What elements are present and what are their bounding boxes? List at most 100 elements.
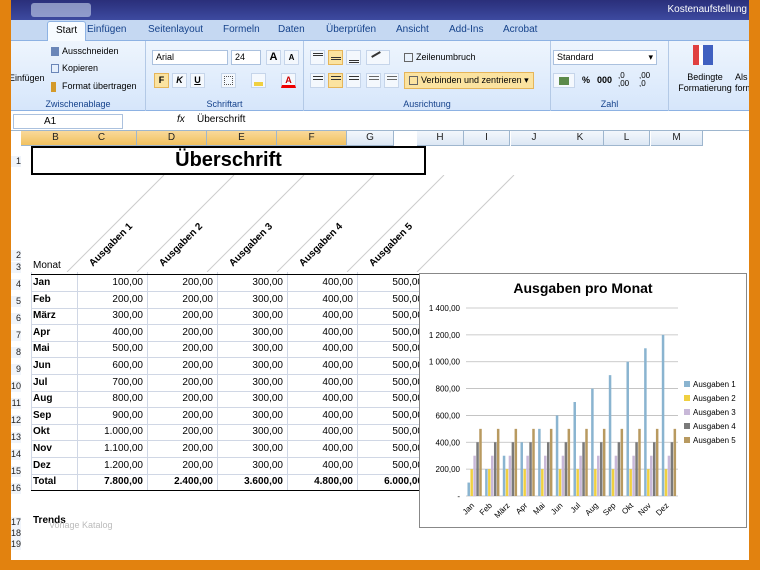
grow-font-button[interactable]: A — [266, 50, 281, 65]
column-header-M[interactable]: M — [651, 131, 703, 146]
column-header-H[interactable]: H — [417, 131, 464, 146]
column-header-J[interactable]: J — [511, 131, 558, 146]
paste-button[interactable]: Einfügen — [11, 73, 45, 83]
value-cell[interactable]: 200,00 — [147, 441, 217, 457]
title-cell[interactable]: Überschrift — [31, 146, 426, 175]
value-cell[interactable]: 200,00 — [147, 325, 217, 341]
bar-ausgaben-1-nov[interactable] — [644, 348, 647, 496]
bar-ausgaben-5-aug[interactable] — [602, 428, 606, 496]
column-header-E[interactable]: E — [207, 131, 277, 146]
value-cell[interactable]: 300,00 — [217, 391, 287, 407]
row-header-1[interactable]: 1 — [11, 156, 21, 167]
align-bottom-button[interactable] — [346, 50, 361, 65]
align-center-button[interactable] — [328, 73, 343, 88]
value-cell[interactable]: 500,00 — [357, 292, 427, 308]
tab-einfuegen[interactable]: Einfügen — [87, 24, 126, 35]
tab-daten[interactable]: Daten — [278, 24, 305, 35]
value-cell[interactable]: 300,00 — [77, 308, 147, 324]
value-cell[interactable]: 300,00 — [217, 441, 287, 457]
bar-ausgaben-2-jul[interactable] — [576, 469, 579, 496]
value-cell[interactable]: 400,00 — [287, 292, 357, 308]
chart[interactable]: Ausgaben pro Monat -200,00 400,00 600,00 80… — [419, 273, 747, 528]
value-cell[interactable]: 900,00 — [77, 408, 147, 424]
month-cell[interactable]: Feb — [33, 292, 51, 308]
bar-ausgaben-4-apr[interactable] — [529, 442, 532, 496]
bar-ausgaben-1-aug[interactable] — [591, 388, 594, 496]
bar-ausgaben-3-aug[interactable] — [597, 455, 600, 496]
value-cell[interactable]: 500,00 — [357, 358, 427, 374]
row-header-2[interactable]: 2 — [11, 250, 21, 261]
bar-ausgaben-2-feb[interactable] — [488, 469, 491, 496]
month-cell[interactable]: Aug — [33, 391, 52, 407]
bar-ausgaben-4-jun[interactable] — [564, 442, 568, 496]
bold-button[interactable]: F — [154, 73, 169, 88]
column-header-K[interactable]: K — [557, 131, 604, 146]
legend-item[interactable]: Ausgaben 2 — [684, 391, 736, 405]
row-header-14[interactable]: 14 — [11, 449, 21, 460]
align-top-button[interactable] — [310, 50, 325, 65]
bar-ausgaben-3-nov[interactable] — [650, 455, 653, 496]
row-header-5[interactable]: 5 — [11, 296, 21, 307]
value-cell[interactable]: 500,00 — [357, 458, 427, 474]
value-cell[interactable]: 300,00 — [217, 375, 287, 391]
bar-ausgaben-3-apr[interactable] — [526, 455, 529, 496]
month-cell[interactable]: Mai — [33, 341, 50, 357]
value-cell[interactable]: 1.100,00 — [77, 441, 147, 457]
value-cell[interactable]: 400,00 — [287, 408, 357, 424]
value-cell[interactable]: 200,00 — [147, 408, 217, 424]
month-cell[interactable]: Nov — [33, 441, 52, 457]
bar-ausgaben-4-sep[interactable] — [617, 442, 621, 496]
bar-ausgaben-4-jul[interactable] — [582, 442, 585, 496]
currency-button[interactable] — [553, 73, 575, 88]
align-middle-button[interactable] — [328, 50, 343, 65]
bar-ausgaben-3-jan[interactable] — [473, 455, 476, 496]
bar-ausgaben-2-dez[interactable] — [664, 469, 668, 496]
percent-button[interactable]: % — [582, 75, 590, 85]
bar-ausgaben-5-okt[interactable] — [638, 428, 641, 496]
value-cell[interactable]: 200,00 — [147, 391, 217, 407]
underline-button[interactable]: U — [190, 73, 205, 88]
value-cell[interactable]: 700,00 — [77, 375, 147, 391]
value-cell[interactable]: 500,00 — [357, 308, 427, 324]
tab-formeln[interactable]: Formeln — [223, 24, 260, 35]
tab-ansicht[interactable]: Ansicht — [396, 24, 429, 35]
value-cell[interactable]: 1.000,00 — [77, 424, 147, 440]
bar-ausgaben-5-sep[interactable] — [620, 428, 624, 496]
value-cell[interactable]: 500,00 — [357, 375, 427, 391]
value-cell[interactable]: 400,00 — [287, 441, 357, 457]
total-cell[interactable]: 6.000,00 — [357, 474, 427, 490]
value-cell[interactable]: 500,00 — [357, 275, 427, 291]
decrease-indent-button[interactable] — [366, 73, 381, 88]
value-cell[interactable]: 200,00 — [147, 292, 217, 308]
value-cell[interactable]: 300,00 — [217, 275, 287, 291]
wrap-text-button[interactable]: Zeilenumbruch — [404, 52, 476, 63]
value-cell[interactable]: 300,00 — [217, 358, 287, 374]
bar-ausgaben-5-mai[interactable] — [549, 428, 553, 496]
row-header-18[interactable]: 18 — [11, 528, 21, 539]
name-box[interactable]: A1 — [13, 114, 123, 129]
bar-ausgaben-1-dez[interactable] — [661, 334, 665, 496]
value-cell[interactable]: 400,00 — [287, 375, 357, 391]
value-cell[interactable]: 200,00 — [147, 358, 217, 374]
bar-ausgaben-1-sep[interactable] — [608, 375, 612, 496]
value-cell[interactable]: 100,00 — [77, 275, 147, 291]
bar-ausgaben-2-apr[interactable] — [523, 469, 526, 496]
conditional-format-button[interactable]: Bedingte Formatierung — [675, 72, 735, 94]
value-cell[interactable]: 300,00 — [217, 341, 287, 357]
row-header-9[interactable]: 9 — [11, 364, 21, 375]
fill-color-button[interactable] — [251, 73, 266, 88]
bar-ausgaben-4-dez[interactable] — [670, 442, 674, 496]
bar-ausgaben-5-märz[interactable] — [514, 428, 518, 496]
value-cell[interactable]: 500,00 — [357, 391, 427, 407]
bar-ausgaben-2-jan[interactable] — [470, 469, 473, 496]
bar-ausgaben-1-feb[interactable] — [485, 469, 488, 496]
bar-ausgaben-2-mai[interactable] — [541, 469, 544, 496]
bar-ausgaben-4-aug[interactable] — [599, 442, 603, 496]
bar-ausgaben-5-jul[interactable] — [585, 428, 588, 496]
border-button[interactable] — [221, 73, 236, 88]
total-cell[interactable]: 4.800,00 — [287, 474, 357, 490]
row-header-16[interactable]: 16 — [11, 483, 21, 494]
month-cell[interactable]: Apr — [33, 325, 50, 341]
format-painter-button[interactable]: Format übertragen — [51, 81, 137, 92]
decrease-decimal-button[interactable]: ,00 ,0 — [639, 72, 657, 88]
